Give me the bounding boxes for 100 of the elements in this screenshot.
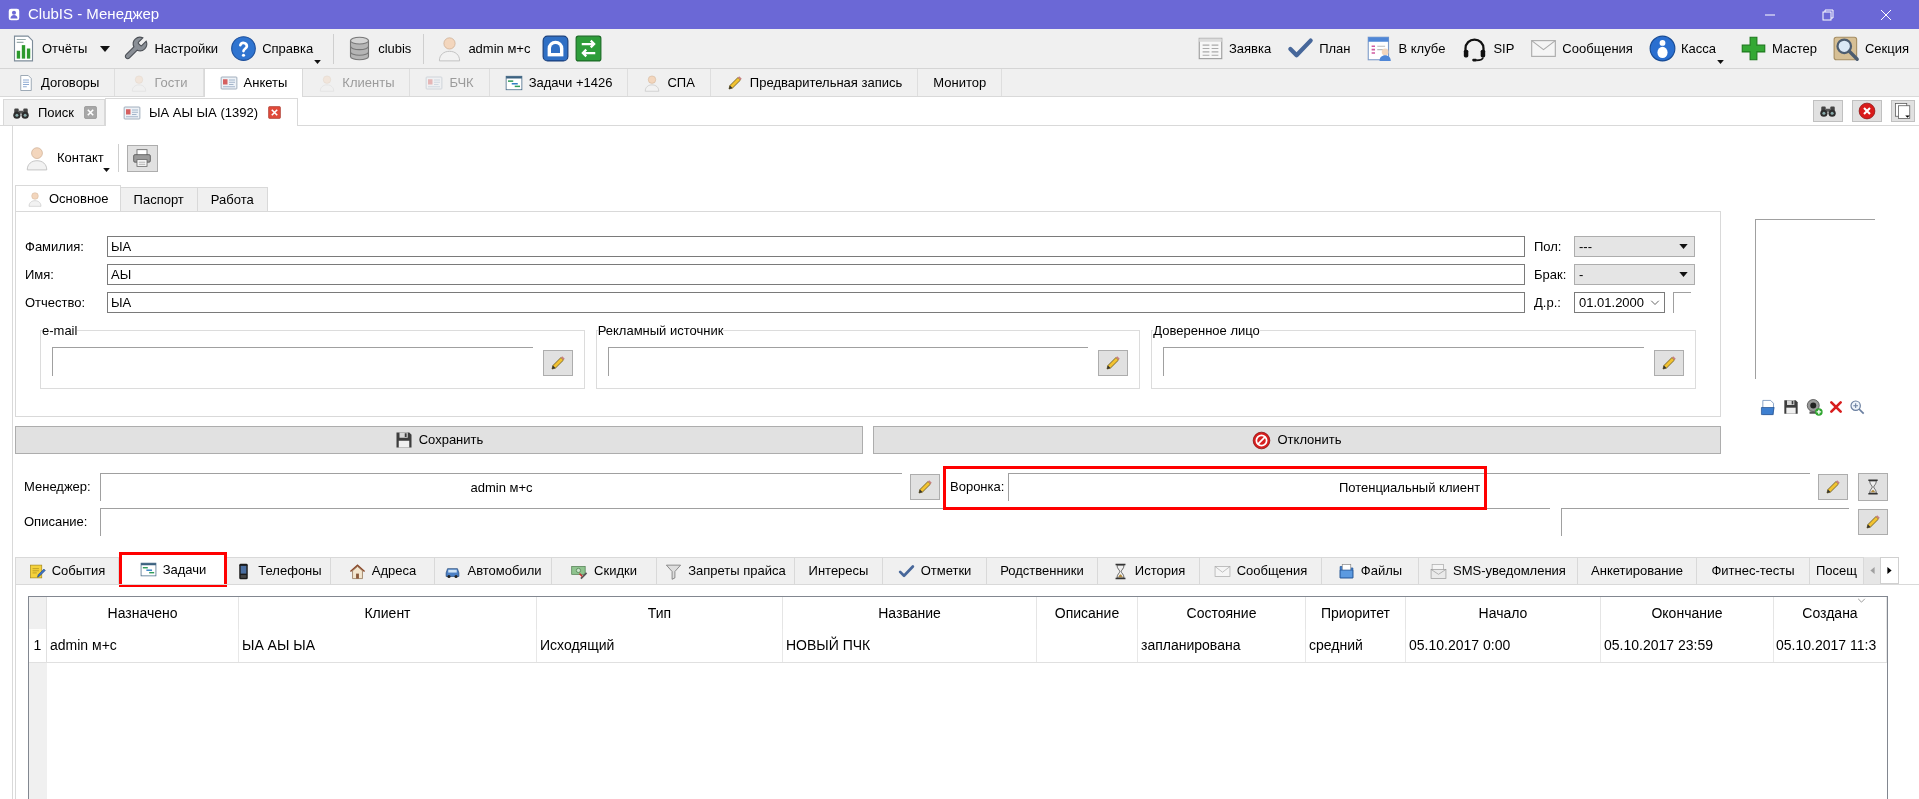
form-tab[interactable]: Основное — [15, 185, 121, 212]
detail-tab[interactable]: Файлы — [1322, 557, 1419, 584]
table-cell: 05.10.2017 0:00 — [1406, 629, 1601, 662]
toolbar-button[interactable]: SIP — [1461, 31, 1515, 66]
module-tab[interactable]: Анкеты — [203, 69, 304, 97]
text-field[interactable] — [100, 508, 1550, 536]
column-header[interactable]: Начало — [1406, 597, 1601, 629]
close-button[interactable] — [1852, 100, 1882, 122]
form-tab[interactable]: Паспорт — [120, 187, 198, 211]
column-header[interactable]: Тип — [537, 597, 783, 629]
text-field[interactable]: Потенциальный клиент — [1008, 473, 1810, 501]
toolbar-button[interactable]: Секция — [1832, 31, 1909, 66]
row-number: 1 — [29, 629, 47, 662]
dropdown-caret-icon — [100, 45, 111, 52]
edit-button[interactable] — [1098, 349, 1129, 376]
detail-tab[interactable]: Запреты прайса — [657, 557, 795, 584]
toolbar-button[interactable]: Настройки — [122, 31, 219, 66]
document-tab[interactable]: Поиск — [3, 99, 106, 125]
date-field[interactable]: 01.01.2000 — [1574, 292, 1665, 313]
column-header[interactable]: Окончание — [1601, 597, 1774, 629]
detail-tab[interactable]: Анкетирование — [1578, 557, 1697, 584]
text-field[interactable]: ЫА — [107, 292, 1525, 313]
text-field[interactable] — [1561, 508, 1849, 536]
module-tab[interactable]: Предварительная запись — [710, 69, 919, 96]
open-file-icon[interactable] — [1760, 398, 1777, 416]
detail-tab[interactable]: События — [15, 557, 119, 584]
group-title: Доверенное лицо — [1153, 322, 1260, 340]
group-title: e-mail — [42, 322, 78, 340]
module-tab[interactable]: Монитор — [918, 69, 1003, 96]
print-button[interactable] — [126, 144, 158, 172]
swap-arrows-icon[interactable] — [575, 35, 603, 62]
column-header[interactable]: Описание — [1037, 597, 1138, 629]
module-tab[interactable]: Договоры — [2, 69, 116, 96]
column-header[interactable]: Приоритет — [1306, 597, 1406, 629]
column-header[interactable]: Название — [783, 597, 1037, 629]
document-tab[interactable]: ЫА АЫ ЫА (1392) — [105, 98, 298, 126]
select-field[interactable]: --- — [1574, 236, 1695, 257]
detail-tab[interactable]: Фитнес-тесты — [1697, 557, 1810, 584]
contact-menu-button[interactable]: Контакт — [24, 143, 110, 173]
detail-tab[interactable]: Родственники — [987, 557, 1098, 584]
search-button[interactable] — [1813, 100, 1843, 122]
column-header[interactable]: Состояние — [1138, 597, 1306, 629]
toolbar-button[interactable]: clubis — [346, 31, 412, 66]
checkmark-icon — [897, 562, 915, 580]
detail-tab[interactable]: Автомобили — [435, 557, 552, 584]
lock-icon[interactable] — [542, 35, 570, 62]
detail-tab[interactable]: Посещ — [1810, 557, 1864, 584]
toolbar-button[interactable]: Заявка — [1196, 31, 1272, 66]
module-tab[interactable]: Задачи +1426 — [489, 69, 629, 96]
action-button[interactable]: Отклонить — [873, 426, 1721, 454]
detail-tab[interactable]: Интересы — [795, 557, 883, 584]
cancel-icon — [1252, 430, 1272, 450]
detail-tab[interactable]: Задачи — [119, 552, 227, 587]
zoom-in-icon[interactable] — [1849, 399, 1865, 415]
field-label: Описание: — [24, 513, 89, 532]
detail-tab[interactable]: История — [1098, 557, 1200, 584]
detail-tab[interactable]: Телефоны — [227, 557, 331, 584]
scroll-right-button[interactable] — [1880, 557, 1899, 584]
table-cell: средний — [1306, 629, 1406, 662]
text-field[interactable]: ЫА — [107, 236, 1525, 257]
window-menu-button[interactable] — [1891, 100, 1915, 122]
hourglass-button[interactable] — [1858, 473, 1888, 501]
edit-button[interactable] — [1654, 349, 1684, 376]
close-icon[interactable] — [84, 106, 98, 119]
toolbar-button[interactable]: В клубе — [1366, 31, 1446, 66]
toolbar-button[interactable]: Сообщения — [1530, 31, 1633, 66]
field-label: Воронка: — [950, 478, 1006, 497]
select-field[interactable]: - — [1574, 264, 1695, 285]
module-tab[interactable]: СПА — [628, 69, 711, 96]
close-icon[interactable] — [268, 106, 281, 119]
text-field[interactable]: АЫ — [107, 264, 1525, 285]
small-field[interactable] — [1673, 292, 1691, 313]
detail-tab[interactable]: SMS-уведомления — [1419, 557, 1578, 584]
column-header[interactable]: Назначено — [47, 597, 239, 629]
delete-icon[interactable] — [1829, 400, 1843, 414]
edit-button[interactable] — [542, 349, 573, 376]
field-label: Имя: — [25, 265, 55, 284]
toolbar-button[interactable]: admin м+с — [436, 31, 531, 66]
column-header[interactable]: Клиент — [239, 597, 537, 629]
detail-tab[interactable]: Отметки — [883, 557, 987, 584]
edit-button[interactable] — [910, 474, 940, 500]
edit-button[interactable] — [1858, 509, 1888, 535]
toolbar-button[interactable]: План — [1287, 31, 1351, 66]
detail-tab[interactable]: Адреса — [331, 557, 435, 584]
column-header[interactable]: Создана — [1774, 597, 1887, 629]
toolbar-button[interactable]: Отчёты — [10, 31, 111, 66]
scroll-left-icon — [1868, 566, 1876, 575]
restore-icon[interactable] — [1822, 8, 1834, 21]
webcam-icon[interactable] — [1805, 398, 1823, 416]
text-field[interactable]: admin м+с — [100, 473, 902, 501]
edit-button[interactable] — [1818, 474, 1848, 500]
form-tab[interactable]: Работа — [197, 187, 268, 211]
toolbar-button[interactable]: Справка — [230, 31, 322, 66]
toolbar-button[interactable]: Касса — [1648, 31, 1724, 66]
toolbar-button[interactable]: Мастер — [1739, 31, 1817, 66]
detail-tab[interactable]: Скидки — [552, 557, 657, 584]
action-button[interactable]: Сохранить — [15, 426, 863, 454]
note-pencil-icon — [28, 562, 46, 580]
detail-tab[interactable]: Сообщения — [1200, 557, 1322, 584]
document-icon — [17, 73, 35, 92]
